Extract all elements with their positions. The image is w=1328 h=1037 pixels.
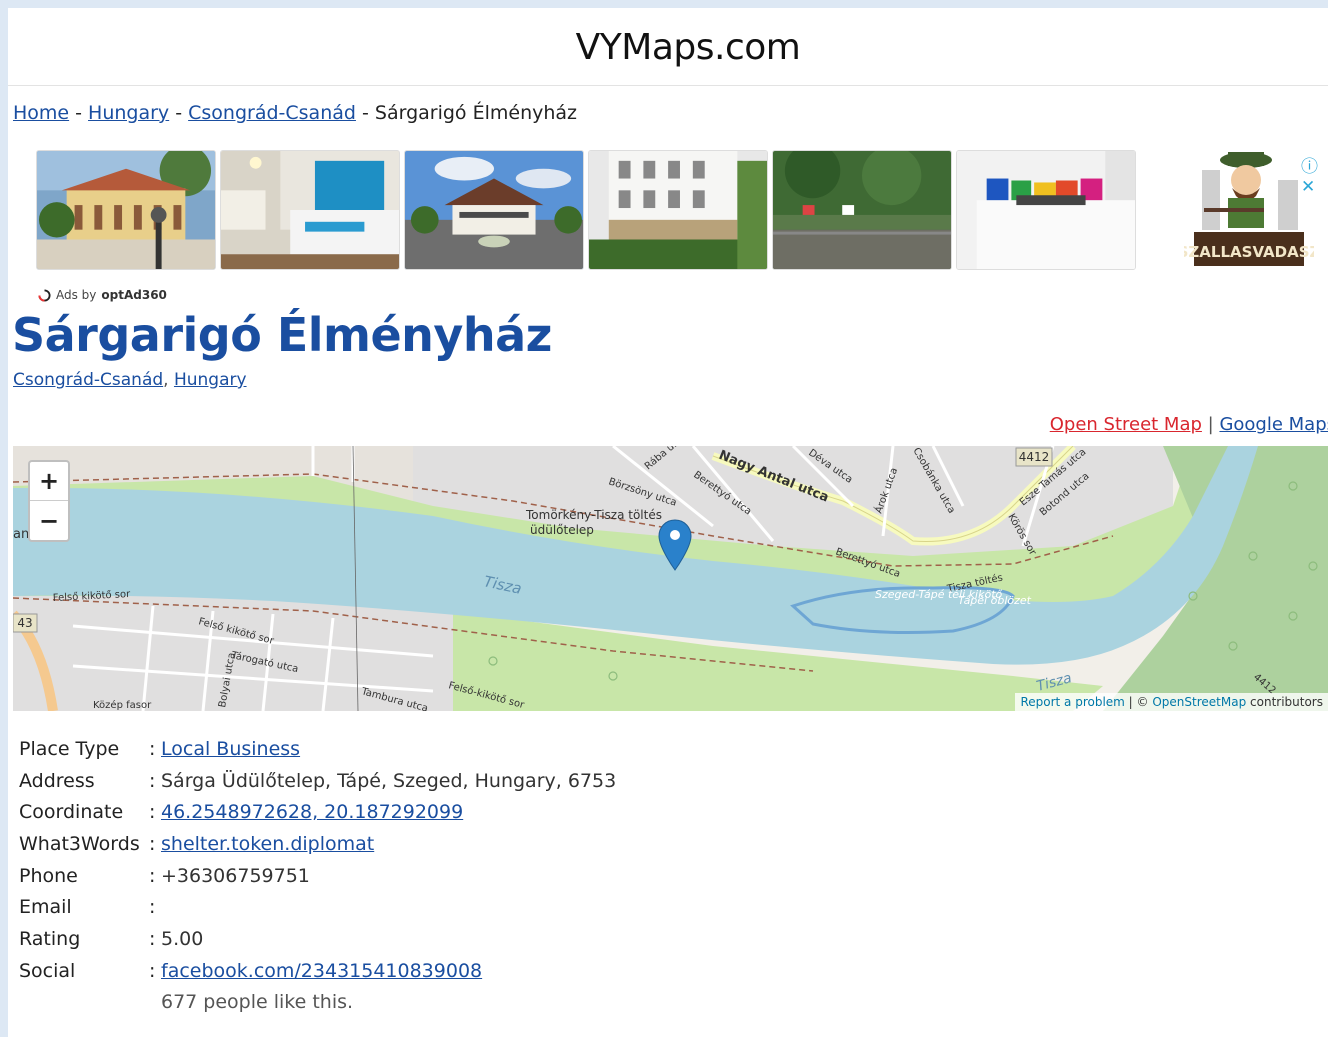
detail-row-phone: Phone : +36306759751 [19, 860, 616, 892]
detail-label: Address [19, 769, 95, 792]
likes-count: 677 people like this. [161, 991, 354, 1014]
detail-row-rating: Rating : 5.00 [19, 923, 616, 955]
region-link[interactable]: Csongrád-Csanád [13, 370, 163, 390]
close-icon[interactable]: ✕ [1301, 177, 1315, 197]
breadcrumb: Home - Hungary - Csongrád-Csanád - Sárga… [13, 102, 577, 124]
country-link[interactable]: Hungary [174, 370, 247, 390]
breadcrumb-home[interactable]: Home [13, 102, 69, 124]
map-links-separator: | [1201, 414, 1220, 435]
ad-brand-logo-text: SZALLASVADASZ [1184, 243, 1314, 261]
what3words-link[interactable]: shelter.token.diplomat [161, 833, 374, 855]
rating-value: 5.00 [161, 927, 204, 950]
map-label: üdülőtelep [530, 523, 594, 537]
detail-label: Place Type [19, 737, 120, 760]
ad-thumbnail[interactable] [220, 150, 400, 270]
detail-colon: : [149, 737, 156, 760]
detail-label: Social [19, 959, 76, 982]
zoom-out-button[interactable]: − [30, 501, 68, 540]
place-title: Sárgarigó Élményház [12, 308, 552, 362]
place-details: Place Type : Local Business Address : Sá… [19, 733, 616, 1018]
social-link[interactable]: facebook.com/234315410839008 [161, 960, 482, 982]
attribution-suffix: contributors [1246, 695, 1323, 709]
detail-row-social: Social : facebook.com/234315410839008 [19, 955, 616, 987]
map-label: Közép fasor [93, 699, 152, 711]
detail-colon: : [149, 927, 156, 950]
detail-row-place-type: Place Type : Local Business [19, 733, 616, 765]
detail-row-address: Address : Sárga Üdülőtelep, Tápé, Szeged… [19, 765, 616, 797]
site-title[interactable]: VYMaps.com [576, 27, 801, 68]
breadcrumb-separator: - [69, 102, 89, 124]
refresh-icon [38, 288, 51, 302]
detail-label: Email [19, 896, 72, 919]
place-region: Csongrád-Csanád, Hungary [13, 370, 247, 390]
osm-attribution-link[interactable]: OpenStreetMap [1152, 695, 1246, 709]
breadcrumb-separator: - [169, 102, 189, 124]
open-street-map-link[interactable]: Open Street Map [1050, 414, 1202, 435]
detail-colon: : [149, 801, 156, 824]
page: VYMaps.com Home - Hungary - Csongrád-Csa… [8, 8, 1328, 1037]
map-tiles[interactable]: 4412 43 Tomörkény-Tisza töltés üdülőtele… [13, 446, 1328, 711]
map-label: Tápéi öblözet [958, 594, 1032, 607]
ad-attribution[interactable]: Ads by optAd360 [38, 288, 167, 302]
detail-colon: : [149, 864, 156, 887]
detail-colon: : [149, 769, 156, 792]
place-type-link[interactable]: Local Business [161, 738, 300, 760]
detail-label: Phone [19, 864, 78, 887]
map-label: an [13, 527, 29, 542]
map-label: Tomörkény-Tisza töltés [525, 508, 662, 522]
detail-row-coordinate: Coordinate : 46.2548972628, 20.187292099 [19, 796, 616, 828]
ad-thumbnail[interactable] [588, 150, 768, 270]
map-links: Open Street Map | Google Maps [1050, 414, 1328, 435]
ad-thumbnail[interactable] [956, 150, 1136, 270]
ad-attribution-prefix: Ads by [56, 288, 97, 302]
map-label: 4412 [1019, 450, 1050, 464]
detail-label: What3Words [19, 832, 140, 855]
report-problem-link[interactable]: Report a problem [1020, 695, 1124, 709]
map[interactable]: 4412 43 Tomörkény-Tisza töltés üdülőtele… [13, 446, 1328, 711]
zoom-in-button[interactable]: + [30, 462, 68, 501]
address-value: Sárga Üdülőtelep, Tápé, Szeged, Hungary,… [161, 769, 617, 792]
detail-colon: : [149, 959, 156, 982]
breadcrumb-hungary[interactable]: Hungary [88, 102, 169, 124]
ad-thumbnail[interactable] [36, 150, 216, 270]
site-header: VYMaps.com [8, 8, 1328, 86]
breadcrumb-region[interactable]: Csongrád-Csanád [188, 102, 356, 124]
detail-label: Coordinate [19, 801, 124, 824]
map-label: 43 [17, 616, 32, 630]
ad-strip: SZALLASVADASZ ⓘ ✕ [36, 150, 1326, 278]
zoom-control: + − [28, 460, 70, 542]
phone-value: +36306759751 [161, 864, 310, 887]
ad-info-close[interactable]: ⓘ ✕ [1301, 152, 1326, 197]
coordinate-link[interactable]: 46.2548972628, 20.187292099 [161, 801, 463, 823]
detail-colon: : [149, 832, 156, 855]
map-attribution: Report a problem | © OpenStreetMap contr… [1015, 693, 1328, 711]
detail-row-what3words: What3Words : shelter.token.diplomat [19, 828, 616, 860]
detail-label: Rating [19, 927, 81, 950]
google-maps-link[interactable]: Google Maps [1219, 414, 1328, 435]
breadcrumb-current: Sárgarigó Élményház [374, 102, 578, 124]
ad-brand-logo[interactable]: SZALLASVADASZ [1178, 150, 1320, 270]
detail-colon: : [149, 896, 156, 919]
attribution-separator: | © [1124, 695, 1153, 709]
ad-thumbnail[interactable] [772, 150, 952, 270]
info-icon[interactable]: ⓘ [1301, 157, 1318, 177]
detail-row-email: Email : [19, 891, 616, 923]
region-separator: , [163, 370, 174, 390]
breadcrumb-separator: - [355, 102, 375, 124]
ad-attribution-brand: optAd360 [101, 288, 167, 302]
ad-thumbnail[interactable] [404, 150, 584, 270]
